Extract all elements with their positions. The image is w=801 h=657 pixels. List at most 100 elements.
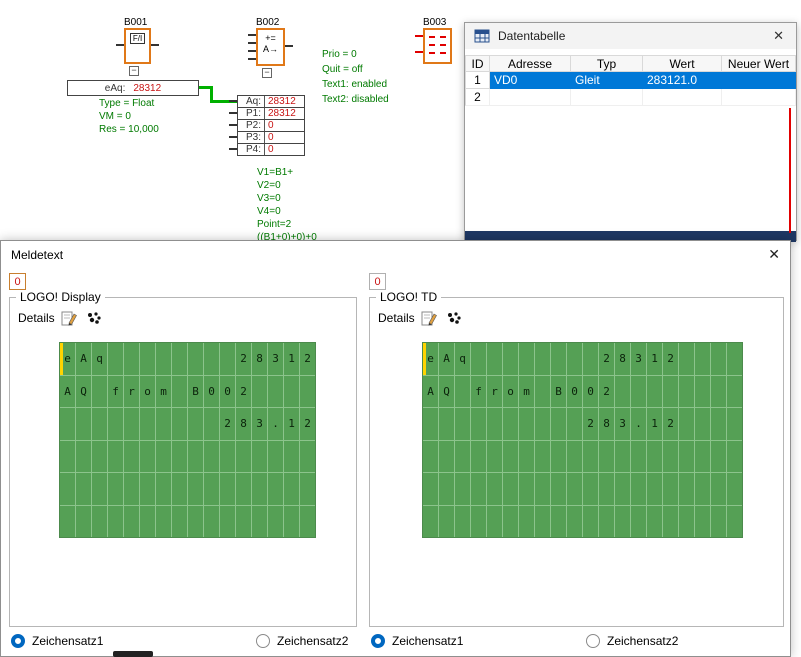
lcd-cell[interactable]: r <box>487 376 502 408</box>
lcd-cell[interactable]: q <box>92 343 107 375</box>
lcd-cell[interactable] <box>156 441 171 473</box>
lcd-cell[interactable] <box>204 473 219 505</box>
lcd-cell[interactable]: e <box>423 343 438 375</box>
lcd-cell[interactable] <box>284 376 299 408</box>
lcd-cell[interactable] <box>124 408 139 440</box>
lcd-cell[interactable] <box>156 343 171 375</box>
lcd-cell[interactable]: A <box>439 343 454 375</box>
lcd-cell[interactable] <box>535 441 550 473</box>
counter-field-right[interactable]: 0 <box>369 273 386 290</box>
lcd-cell[interactable] <box>108 506 123 538</box>
lcd-cell[interactable]: 0 <box>567 376 582 408</box>
lcd-cell[interactable]: 2 <box>663 408 678 440</box>
lcd-cell[interactable]: f <box>471 376 486 408</box>
lcd-cell[interactable] <box>455 441 470 473</box>
lcd-cell[interactable] <box>220 473 235 505</box>
lcd-cell[interactable] <box>695 506 710 538</box>
lcd-cell[interactable]: 1 <box>647 408 662 440</box>
lcd-cell[interactable]: m <box>519 376 534 408</box>
lcd-cell[interactable] <box>172 473 187 505</box>
lcd-cell[interactable] <box>236 473 251 505</box>
lcd-cell[interactable] <box>76 506 91 538</box>
lcd-cell[interactable]: 1 <box>284 343 299 375</box>
lcd-cell[interactable]: 0 <box>583 376 598 408</box>
lcd-cell[interactable] <box>695 376 710 408</box>
lcd-cell[interactable] <box>615 506 630 538</box>
lcd-cell[interactable] <box>156 408 171 440</box>
lcd-cell[interactable]: 2 <box>599 343 614 375</box>
lcd-cell[interactable]: 8 <box>615 343 630 375</box>
lcd-cell[interactable] <box>551 506 566 538</box>
lcd-cell[interactable]: 2 <box>236 376 251 408</box>
lcd-cell[interactable] <box>455 376 470 408</box>
lcd-cell[interactable] <box>583 441 598 473</box>
lcd-cell[interactable] <box>679 473 694 505</box>
lcd-cell[interactable] <box>220 506 235 538</box>
lcd-cell[interactable]: 1 <box>647 343 662 375</box>
lcd-cell[interactable] <box>487 473 502 505</box>
lcd-cell[interactable] <box>60 408 75 440</box>
lcd-cell[interactable] <box>471 441 486 473</box>
lcd-cell[interactable]: 1 <box>284 408 299 440</box>
lcd-cell[interactable] <box>439 473 454 505</box>
lcd-cell[interactable] <box>471 506 486 538</box>
lcd-cell[interactable]: 2 <box>300 343 315 375</box>
lcd-cell[interactable]: 2 <box>300 408 315 440</box>
lcd-cell[interactable] <box>519 441 534 473</box>
lcd-cell[interactable]: e <box>60 343 75 375</box>
lcd-cell[interactable] <box>140 506 155 538</box>
lcd-cell[interactable] <box>76 441 91 473</box>
lcd-cell[interactable] <box>76 408 91 440</box>
lcd-cell[interactable] <box>599 506 614 538</box>
lcd-cell[interactable] <box>252 506 267 538</box>
lcd-cell[interactable] <box>268 506 283 538</box>
lcd-cell[interactable]: . <box>631 408 646 440</box>
lcd-cell[interactable]: 2 <box>220 408 235 440</box>
table-row[interactable]: 1 VD0 Gleit 283121.0 <box>465 72 796 89</box>
lcd-cell[interactable] <box>695 408 710 440</box>
lcd-cell[interactable] <box>711 441 726 473</box>
lcd-cell[interactable] <box>268 376 283 408</box>
lcd-cell[interactable] <box>188 441 203 473</box>
row-id-cell[interactable]: 1 <box>465 72 490 89</box>
b001-collapse-button[interactable]: − <box>129 66 139 76</box>
b002-param-row-p4[interactable]: P4: 0 <box>237 143 305 156</box>
lcd-cell[interactable] <box>551 408 566 440</box>
table-row[interactable]: 2 <box>465 89 796 106</box>
charset-icon[interactable] <box>85 310 103 326</box>
lcd-cell[interactable] <box>236 441 251 473</box>
lcd-cell[interactable]: A <box>60 376 75 408</box>
lcd-cell[interactable] <box>695 473 710 505</box>
lcd-cell[interactable] <box>503 506 518 538</box>
lcd-cell[interactable] <box>711 376 726 408</box>
lcd-cell[interactable] <box>503 473 518 505</box>
lcd-cell[interactable] <box>615 376 630 408</box>
lcd-cell[interactable] <box>535 376 550 408</box>
lcd-cell[interactable] <box>647 441 662 473</box>
wert-cell[interactable]: 283121.0 <box>643 72 722 89</box>
lcd-cell[interactable] <box>535 343 550 375</box>
lcd-cell[interactable]: o <box>140 376 155 408</box>
lcd-cell[interactable] <box>423 408 438 440</box>
lcd-cell[interactable] <box>236 506 251 538</box>
lcd-cell[interactable] <box>487 506 502 538</box>
lcd-cell[interactable]: 8 <box>599 408 614 440</box>
lcd-cell[interactable] <box>503 408 518 440</box>
lcd-cell[interactable] <box>300 441 315 473</box>
lcd-cell[interactable] <box>471 408 486 440</box>
datentabelle-titlebar[interactable]: Datentabelle ✕ <box>465 23 796 49</box>
lcd-cell[interactable]: q <box>455 343 470 375</box>
lcd-cell[interactable] <box>679 343 694 375</box>
lcd-cell[interactable] <box>188 473 203 505</box>
lcd-cell[interactable] <box>551 441 566 473</box>
lcd-cell[interactable] <box>156 473 171 505</box>
lcd-cell[interactable] <box>252 376 267 408</box>
close-icon[interactable]: ✕ <box>769 28 788 44</box>
lcd-cell[interactable] <box>252 473 267 505</box>
lcd-cell[interactable] <box>711 408 726 440</box>
lcd-cell[interactable] <box>140 441 155 473</box>
lcd-cell[interactable] <box>172 408 187 440</box>
lcd-cell[interactable] <box>156 506 171 538</box>
lcd-cell[interactable] <box>172 506 187 538</box>
lcd-cell[interactable] <box>188 408 203 440</box>
